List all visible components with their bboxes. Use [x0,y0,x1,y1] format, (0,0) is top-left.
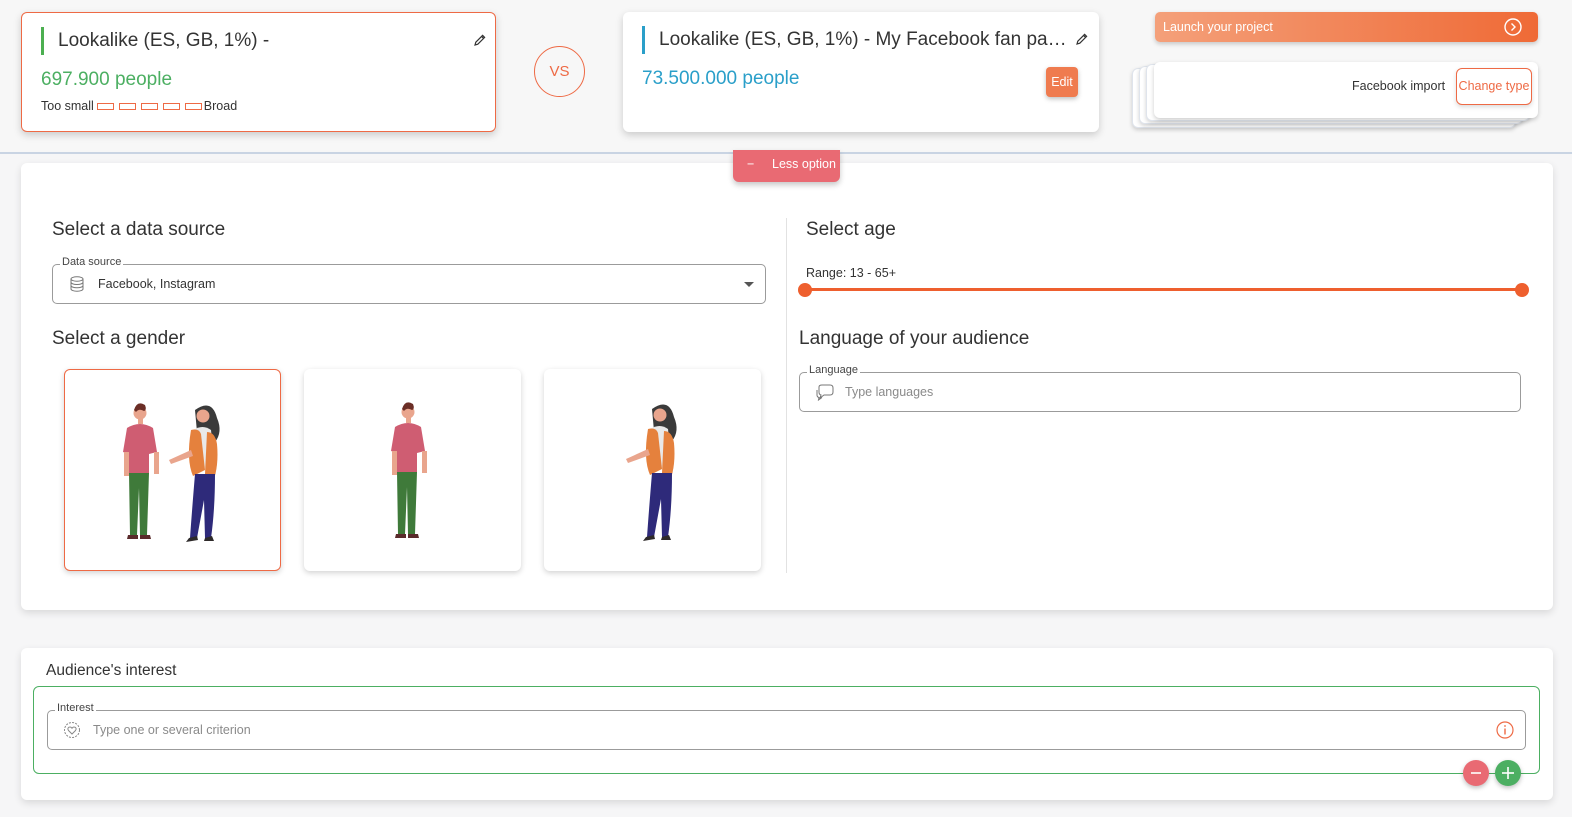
audience-size-scale: Too small Broad [41,99,237,113]
age-range-label: Range: 13 - 65+ [806,266,896,280]
change-type-button[interactable]: Change type [1456,68,1532,105]
launch-project-label: Launch your project [1163,20,1273,34]
audience-a-title: Lookalike (ES, GB, 1%) - [41,27,269,55]
language-placeholder: Type languages [845,385,934,399]
heart-badge-icon [64,722,80,738]
interest-panel: Audience's interest Interest Type one or… [21,648,1553,800]
data-source-select[interactable]: Data source Facebook, Instagram [52,256,766,304]
woman-illustration-icon [626,404,677,541]
launch-project-button[interactable]: Launch your project [1155,12,1538,42]
info-icon[interactable] [1496,721,1514,739]
age-heading: Select age [806,219,896,240]
data-source-value: Facebook, Instagram [98,277,216,291]
interest-input[interactable]: Interest Type one or several criterion [47,702,1526,750]
audience-b-title: Lookalike (ES, GB, 1%) - My Facebook fan… [642,26,1074,54]
audience-b-card[interactable]: Lookalike (ES, GB, 1%) - My Facebook fan… [623,12,1099,132]
scale-segment [140,102,158,110]
remove-group-button[interactable] [1463,760,1489,786]
man-illustration-icon [391,402,427,538]
age-slider-max-handle[interactable] [1515,283,1529,297]
top-bar: Lookalike (ES, GB, 1%) - 697.900 people … [0,0,1572,154]
interest-heading: Audience's interest [46,662,177,679]
add-group-button[interactable] [1495,760,1521,786]
data-source-field-label: Data source [60,256,124,268]
database-icon [70,276,84,292]
chevron-right-circle-icon [1504,18,1522,36]
gender-option-female[interactable] [544,369,761,571]
scale-high-label: Broad [203,99,238,113]
audience-a-card[interactable]: Lookalike (ES, GB, 1%) - 697.900 people … [21,12,496,132]
couple-illustration-icon [123,403,220,542]
scale-segment [118,102,136,110]
less-option-button[interactable]: − Less option [733,150,840,182]
audience-b-people: 73.500.000 people [642,68,800,89]
audience-a-people: 697.900 people [41,69,173,90]
chat-bubble-icon [816,384,834,401]
gender-option-male[interactable] [304,369,521,571]
less-option-label: Less option [772,157,836,171]
language-heading: Language of your audience [799,328,1030,349]
minus-icon: − [747,157,755,171]
chevron-down-icon [744,282,754,287]
edit-pencil-icon[interactable] [473,33,487,47]
gender-heading: Select a gender [52,328,186,349]
vs-badge: VS [534,46,585,97]
interest-placeholder: Type one or several criterion [93,723,251,737]
import-type-label: Facebook import [1352,79,1446,93]
column-divider [786,218,787,573]
scale-segment [96,102,114,110]
edit-button[interactable]: Edit [1046,67,1078,97]
targeting-panel: Select a data source Data source Faceboo… [21,163,1553,610]
interest-field-label: Interest [55,702,96,714]
age-slider-min-handle[interactable] [798,283,812,297]
plus-icon [1502,767,1514,779]
import-type-card: Facebook import Change type [1154,62,1538,118]
scale-segment [162,102,180,110]
scale-segment [184,102,202,110]
age-slider-track[interactable] [805,288,1521,291]
language-field-label: Language [807,364,860,376]
edit-pencil-icon[interactable] [1075,32,1089,46]
minus-icon [1471,772,1481,774]
scale-low-label: Too small [41,99,94,113]
gender-option-all[interactable] [64,369,281,571]
language-input[interactable]: Language Type languages [799,364,1521,412]
interest-group: Interest Type one or several criterion [33,686,1540,774]
data-source-heading: Select a data source [52,219,226,240]
